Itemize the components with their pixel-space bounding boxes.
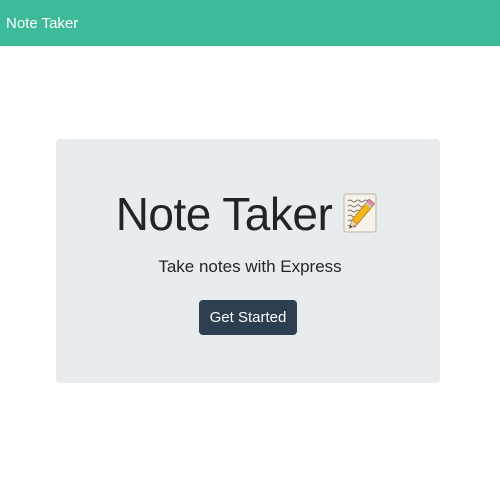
- memo-pencil-icon: [342, 191, 384, 237]
- get-started-button[interactable]: Get Started: [199, 300, 297, 335]
- page-title: Note Taker: [115, 188, 333, 240]
- subtitle: Take notes with Express: [158, 257, 342, 276]
- navbar-brand[interactable]: Note Taker: [6, 16, 78, 31]
- page-heading: Note Taker: [0, 187, 500, 241]
- navbar: Note Taker: [0, 0, 500, 46]
